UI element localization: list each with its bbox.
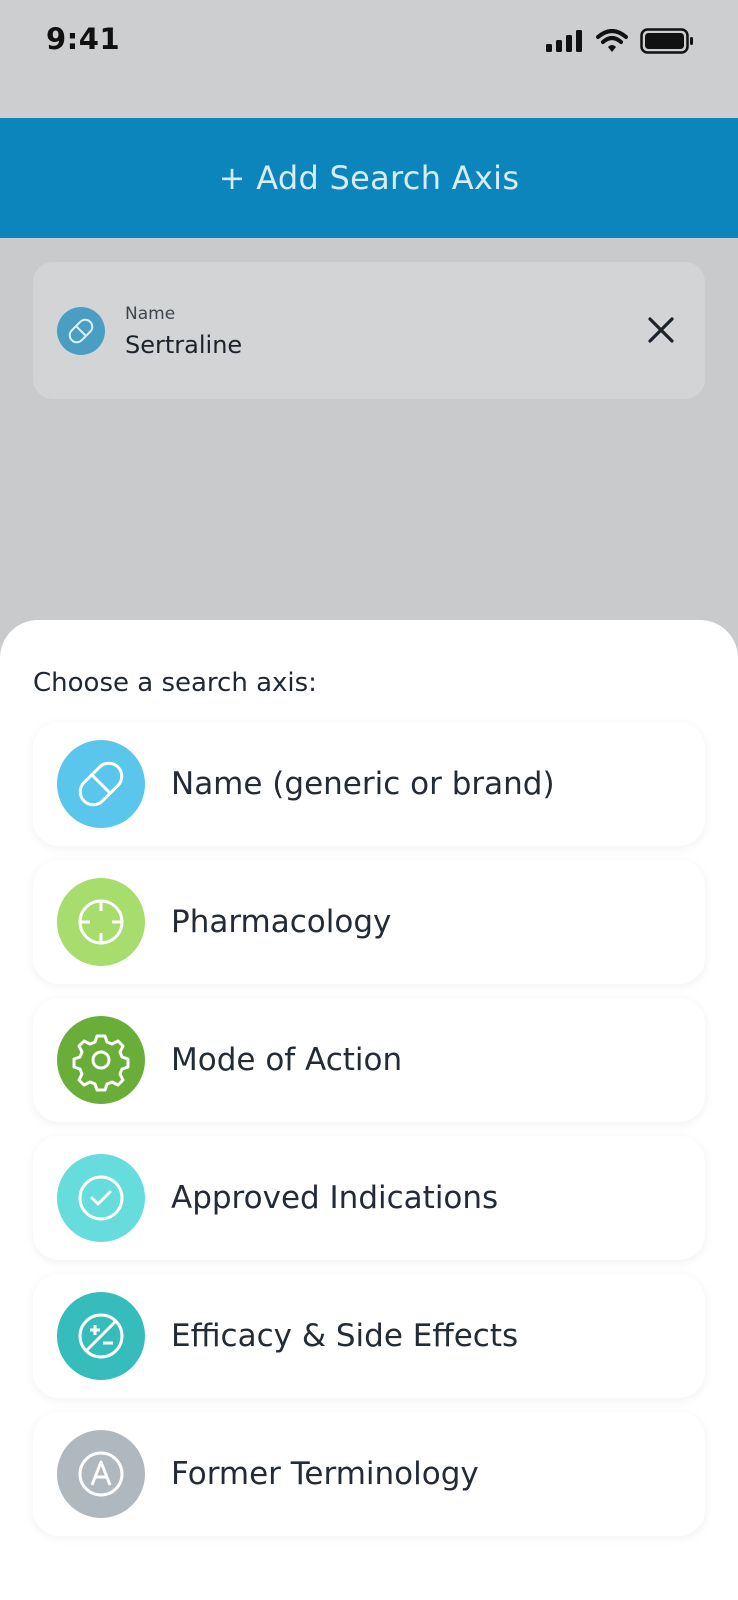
check-circle-icon: [57, 1154, 145, 1242]
crosshair-icon: [57, 878, 145, 966]
signal-icon: [546, 30, 582, 52]
pill-icon: [57, 740, 145, 828]
option-label: Pharmacology: [171, 904, 392, 940]
close-icon[interactable]: [643, 312, 679, 348]
chip-field-label: Name: [125, 304, 176, 324]
status-bar: 9:41: [0, 0, 738, 118]
status-icons: [546, 28, 694, 54]
option-pharmacology[interactable]: Pharmacology: [33, 860, 705, 984]
option-approved-indications[interactable]: Approved Indications: [33, 1136, 705, 1260]
pill-icon: [57, 307, 105, 355]
status-time: 9:41: [46, 22, 121, 56]
wifi-icon: [596, 29, 628, 52]
option-mode-of-action[interactable]: Mode of Action: [33, 998, 705, 1122]
selected-axis-chip: Name Sertraline: [33, 262, 705, 399]
plus-minus-icon: [57, 1292, 145, 1380]
gear-icon: [57, 1016, 145, 1104]
option-label: Former Terminology: [171, 1456, 479, 1492]
battery-icon: [640, 28, 693, 54]
axis-picker-sheet: Choose a search axis: Name (generic or b…: [0, 620, 738, 1600]
add-search-axis-label: + Add Search Axis: [218, 159, 520, 197]
option-label: Efficacy & Side Effects: [171, 1318, 519, 1354]
option-label: Name (generic or brand): [171, 766, 555, 802]
option-label: Mode of Action: [171, 1042, 403, 1078]
option-label: Approved Indications: [171, 1180, 499, 1216]
option-name[interactable]: Name (generic or brand): [33, 722, 705, 846]
axis-options-list: Name (generic or brand) Pharmacology Mod…: [33, 722, 705, 1550]
sheet-title: Choose a search axis:: [33, 668, 317, 698]
option-former-terminology[interactable]: Former Terminology: [33, 1412, 705, 1536]
option-efficacy-side-effects[interactable]: Efficacy & Side Effects: [33, 1274, 705, 1398]
chip-field-value: Sertraline: [125, 331, 243, 359]
letter-a-icon: [57, 1430, 145, 1518]
add-search-axis-button[interactable]: + Add Search Axis: [0, 118, 738, 238]
